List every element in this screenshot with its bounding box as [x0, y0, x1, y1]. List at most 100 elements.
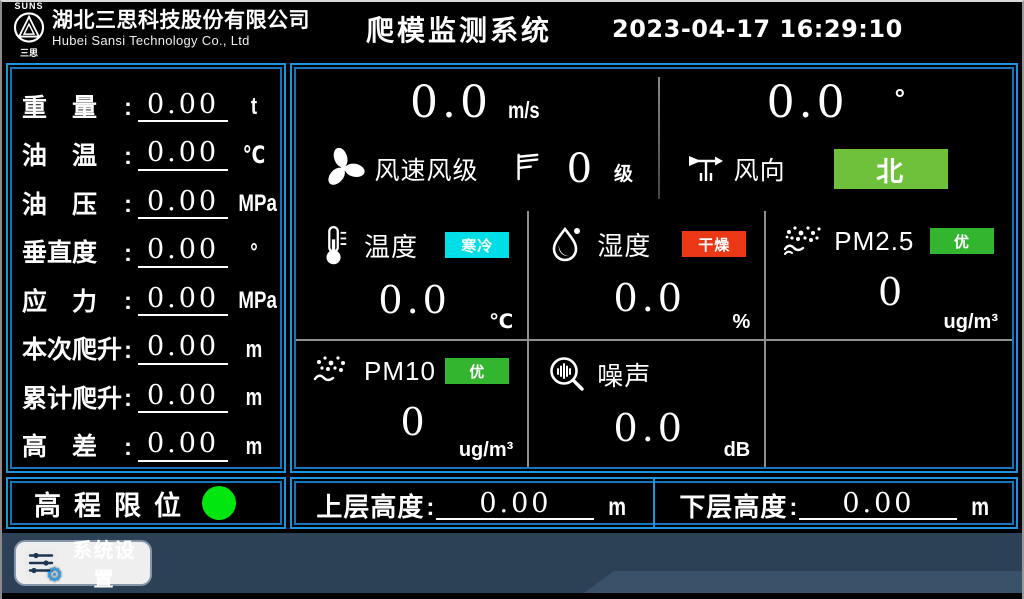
environment-panel: 0.0 m/s — [290, 63, 1018, 473]
colon: : — [124, 94, 132, 122]
temperature-status-badge: 寒冷 — [445, 232, 509, 258]
company-logo: SUNS 三思 — [10, 2, 48, 58]
wind-direction-unit: ° — [895, 83, 905, 114]
cell-unit: % — [732, 311, 750, 334]
page-title: 爬模监测系统 — [366, 9, 552, 49]
metric-row-oil-temp: 油 温: 0.00 ℃ — [22, 125, 274, 171]
colon: : — [124, 240, 132, 268]
colon: : — [124, 434, 132, 462]
env-cell-noise: 噪声 0.0 dB — [527, 339, 764, 467]
colon: : — [426, 496, 434, 520]
elevation-limit-label: 高程限位 — [34, 484, 194, 523]
metric-unit: m — [238, 384, 269, 413]
metric-label: 重 量 — [22, 95, 124, 123]
lower-height-value: 0.00 — [799, 490, 957, 520]
metric-value: 0.00 — [138, 430, 228, 461]
cell-label: 湿度 — [597, 226, 651, 263]
header: SUNS 三思 湖北三思科技股份有限公司 Hubei Sansi Technol… — [2, 2, 1022, 56]
noise-meter-icon — [545, 353, 589, 395]
particles-icon — [312, 353, 356, 389]
metric-label: 高 差 — [22, 434, 124, 462]
footer-accent-shape — [584, 571, 1022, 593]
wind-speed-label: 风速风级 — [375, 151, 479, 187]
env-cell-pm25: PM2.5 优 0 ug/m³ — [764, 211, 1012, 339]
lower-height-unit: m — [972, 495, 990, 520]
metric-value: 0.00 — [138, 139, 228, 170]
wind-speed-section: 0.0 m/s — [296, 69, 658, 211]
thermometer-icon — [312, 223, 356, 267]
logo-bottom-text: 三思 — [20, 49, 38, 58]
cell-value: 0 — [782, 273, 1002, 311]
wind-direction-badge: 北 — [834, 149, 948, 189]
system-settings-button[interactable]: ⚙ 系统设置 — [14, 540, 152, 586]
env-cell-empty — [764, 339, 1012, 467]
settings-button-label: 系统设置 — [66, 534, 142, 592]
cell-unit: ug/m³ — [459, 439, 513, 462]
metric-unit: m — [238, 433, 269, 462]
metric-label: 本次爬升 — [22, 337, 124, 365]
env-cell-temperature: 温度 寒冷 0.0 ℃ — [296, 211, 527, 339]
metric-row-verticality: 垂直度: 0.00 ° — [22, 222, 274, 268]
metric-label: 垂直度 — [22, 240, 124, 268]
metric-value: 0.00 — [138, 188, 228, 219]
wind-level-icon — [513, 151, 541, 188]
particles-icon — [782, 223, 826, 259]
elevation-limit-status-light — [202, 486, 236, 520]
lower-height-label: 下层高度 — [679, 494, 787, 520]
metrics-panel: 重 量: 0.00 t 油 温: 0.00 ℃ 油 压: 0.00 MPa 垂直… — [6, 63, 286, 473]
env-cell-pm10: PM10 优 0 ug/m³ — [296, 339, 527, 467]
colon: : — [124, 337, 132, 365]
wind-direction-value: 0.0 — [767, 81, 849, 125]
metric-label: 应 力 — [22, 289, 124, 317]
metric-unit: t — [238, 93, 269, 122]
company-name-en: Hubei Sansi Technology Co., Ltd — [52, 34, 310, 48]
cell-label: PM2.5 — [834, 226, 914, 257]
cell-unit: dB — [724, 439, 751, 462]
metric-unit: ° — [238, 239, 269, 268]
metric-row-stress: 应 力: 0.00 MPa — [22, 270, 274, 316]
metric-value: 0.00 — [138, 91, 228, 122]
monitor-screen: SUNS 三思 湖北三思科技股份有限公司 Hubei Sansi Technol… — [0, 0, 1024, 599]
cell-value: 0 — [312, 403, 517, 441]
gear-icon: ⚙ — [46, 564, 63, 586]
colon: : — [124, 385, 132, 413]
metric-value: 0.00 — [138, 382, 228, 413]
metric-value: 0.00 — [138, 236, 228, 267]
colon: : — [124, 191, 132, 219]
cell-value: 0.0 — [545, 279, 754, 317]
wind-speed-unit: m/s — [508, 97, 540, 124]
wind-level-unit: 级 — [614, 159, 633, 186]
metric-unit: MPa — [238, 287, 269, 316]
colon: : — [789, 496, 797, 520]
sliders-settings-icon: ⚙ — [24, 546, 58, 580]
wind-direction-label: 风向 — [734, 151, 786, 187]
company-name-cn: 湖北三思科技股份有限公司 — [52, 10, 310, 32]
humidity-status-badge: 干燥 — [682, 231, 746, 257]
wind-row: 0.0 m/s — [296, 69, 1012, 211]
metric-label: 累计爬升 — [22, 386, 124, 414]
environment-grid: 温度 寒冷 0.0 ℃ — [296, 211, 1012, 467]
pm25-status-badge: 优 — [930, 228, 994, 254]
metric-label: 油 压 — [22, 192, 124, 220]
upper-height-unit: m — [609, 495, 627, 520]
metric-row-current-climb: 本次爬升: 0.00 m — [22, 319, 274, 365]
upper-height-label: 上层高度 — [316, 494, 424, 520]
metric-row-oil-pressure: 油 压: 0.00 MPa — [22, 173, 274, 219]
metric-row-height-diff: 高 差: 0.00 m — [22, 416, 274, 462]
cell-unit: ℃ — [489, 309, 513, 334]
metric-row-weight: 重 量: 0.00 t — [22, 76, 274, 122]
wind-speed-value: 0.0 — [410, 81, 492, 125]
cell-value: 0.0 — [312, 281, 517, 319]
colon: : — [124, 288, 132, 316]
elevation-limit-panel: 高程限位 — [6, 477, 286, 529]
metric-value: 0.00 — [138, 333, 228, 364]
colon: : — [124, 143, 132, 171]
upper-height-value: 0.00 — [436, 490, 594, 520]
pm10-status-badge: 优 — [445, 358, 509, 384]
wind-vane-icon — [686, 148, 726, 191]
metric-value: 0.00 — [138, 285, 228, 316]
footer-bar: ⚙ 系统设置 — [2, 533, 1022, 593]
cell-label: PM10 — [364, 356, 436, 387]
env-cell-humidity: 湿度 干燥 0.0 % — [527, 211, 764, 339]
suns-logo-icon — [10, 11, 48, 48]
